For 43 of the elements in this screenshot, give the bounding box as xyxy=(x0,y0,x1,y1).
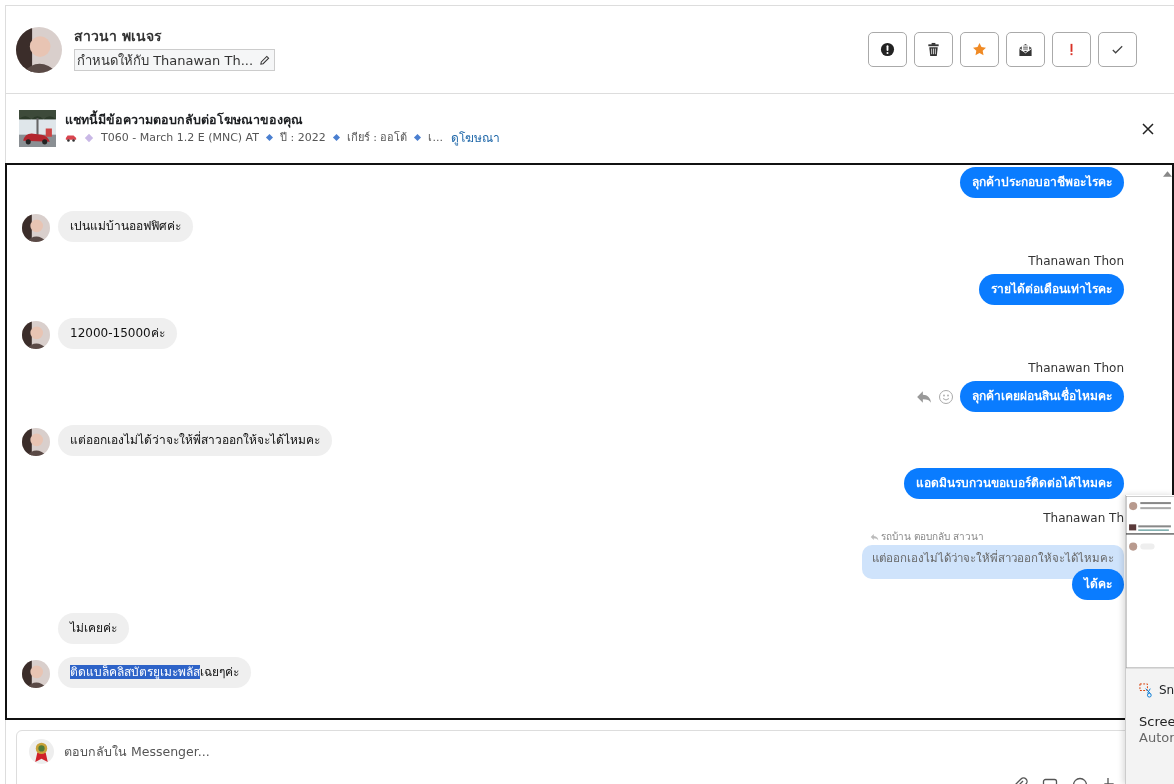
contact-name: สาวนา พเนจร xyxy=(74,27,163,45)
scissors-icon xyxy=(1139,683,1154,698)
delete-button[interactable] xyxy=(914,32,953,67)
star-icon xyxy=(972,42,987,57)
gem-icon xyxy=(83,133,95,143)
sender-name: Thanawan Thon xyxy=(1028,254,1124,268)
trash-icon xyxy=(926,42,941,57)
message-bubble: รายได้ต่อเดือนเท่าไรคะ xyxy=(979,274,1124,305)
assignee-field[interactable]: กำหนดให้กับ Thanawan Th... xyxy=(74,48,276,72)
alert-button[interactable] xyxy=(868,32,907,67)
ad-detail: T060 - March 1.2 E (MNC) AT xyxy=(101,131,259,145)
view-ad-link[interactable]: ดูโฆษณา xyxy=(450,130,500,146)
reply-label: รถบ้าน ตอบกลับ สาวนา xyxy=(880,531,984,543)
app-name: Sn xyxy=(1159,683,1174,698)
notification-title: Scree xyxy=(1139,714,1174,730)
pencil-icon xyxy=(259,54,271,66)
reply-icon xyxy=(869,533,879,541)
car-icon xyxy=(65,133,77,143)
close-icon[interactable] xyxy=(1142,122,1154,135)
ad-detail: เ... xyxy=(428,131,443,145)
medal-icon xyxy=(29,739,54,764)
mail-button[interactable] xyxy=(1006,32,1045,67)
scroll-up-icon[interactable] xyxy=(1163,171,1172,177)
message-bubble: เปนแม่บ้านออฟฟิศค่ะ xyxy=(58,211,193,242)
message-bubble: แต่ออกเองไม่ได้ว่าจะให้พี่สาวออกให้จะได้ไหมคะ xyxy=(58,425,332,456)
message-bubble: ได้คะ xyxy=(1072,569,1124,600)
message-bubble: แอดมินรบกวนขอเบอร์ติดต่อได้ไหมคะ xyxy=(904,468,1124,499)
message-bubble: 12000-15000ค่ะ xyxy=(58,318,177,349)
message-bubble: ลุกค้าเคยผ่อนสินเชื่อไหมคะ xyxy=(960,381,1124,412)
sender-name: Thanawan Thon xyxy=(1028,361,1124,375)
avatar xyxy=(16,26,62,73)
alert-icon xyxy=(880,42,895,57)
envelope-icon xyxy=(1018,42,1033,57)
star-button[interactable] xyxy=(960,32,999,67)
notification-text: Autor xyxy=(1139,729,1174,746)
message-bubble: ลุกค้าประกอบอาชีพอะไรคะ xyxy=(960,167,1124,198)
ad-detail: เกียร์ : ออโต้ xyxy=(346,131,408,145)
message-bubble: ไม่เคยค่ะ xyxy=(58,613,129,644)
message-bubble: ติดแบล็คลิสบัตรยูเมะพลัสเฉยๆค่ะ xyxy=(58,657,251,688)
snip-toast[interactable]: Sn Scree Autor xyxy=(1125,495,1174,784)
sender-name: Thanawan Th xyxy=(1043,511,1124,525)
ad-detail: ปี : 2022 xyxy=(280,131,326,145)
ad-title: แชทนี้มีข้อความตอบกลับต่อโฆษณาของคุณ xyxy=(65,111,304,127)
